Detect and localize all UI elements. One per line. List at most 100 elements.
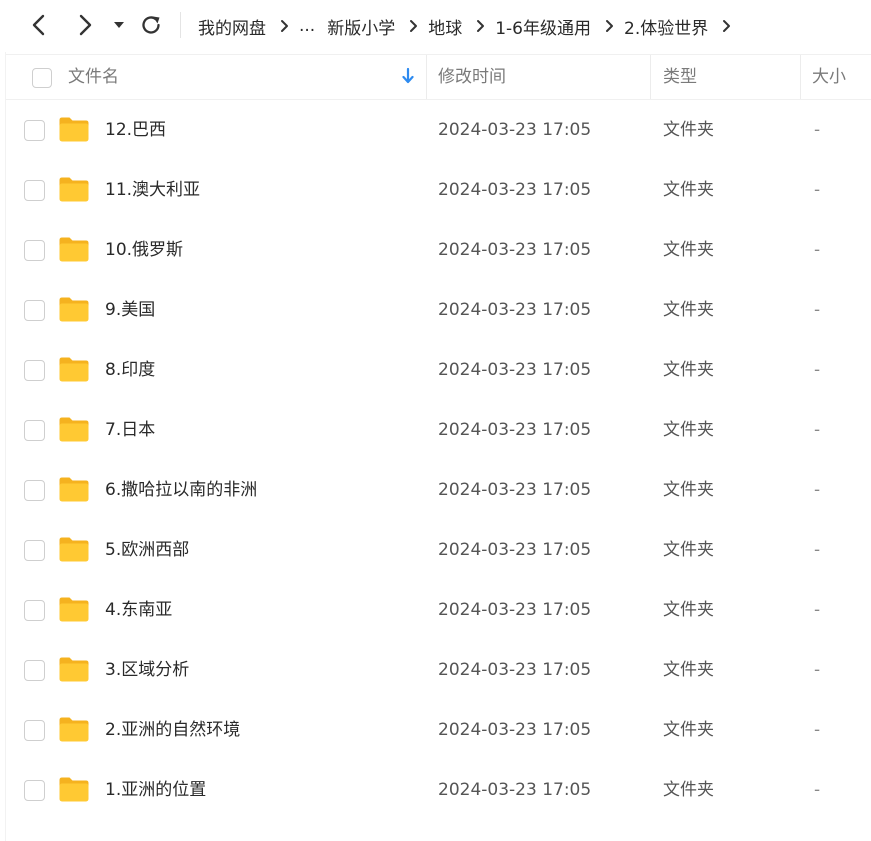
back-button[interactable] [24,10,54,40]
file-type: 文件夹 [663,720,714,740]
file-list: 12.巴西 2024-03-23 17:05 文件夹 - 11.澳大利亚 202… [6,100,871,820]
row-checkbox[interactable] [24,360,45,381]
breadcrumb-item-grades[interactable]: 1-6年级通用 [495,14,591,39]
folder-icon [59,477,89,502]
breadcrumb-item-earth[interactable]: 地球 [428,14,462,39]
file-modified-time: 2024-03-23 17:05 [438,360,592,380]
column-divider[interactable] [650,55,651,99]
file-row[interactable]: 6.撒哈拉以南的非洲 2024-03-23 17:05 文件夹 - [6,460,871,520]
file-type: 文件夹 [663,660,714,680]
row-checkbox[interactable] [24,780,45,801]
file-modified-time: 2024-03-23 17:05 [438,120,592,140]
file-row[interactable]: 4.东南亚 2024-03-23 17:05 文件夹 - [6,580,871,640]
refresh-icon [142,16,160,34]
file-type: 文件夹 [663,120,714,140]
file-size: - [814,540,821,560]
file-row[interactable]: 2.亚洲的自然环境 2024-03-23 17:05 文件夹 - [6,700,871,760]
file-name[interactable]: 4.东南亚 [105,580,172,640]
row-checkbox[interactable] [24,300,45,321]
column-divider[interactable] [426,55,427,99]
file-modified-time: 2024-03-23 17:05 [438,540,592,560]
row-checkbox[interactable] [24,240,45,261]
file-row[interactable]: 10.俄罗斯 2024-03-23 17:05 文件夹 - [6,220,871,280]
chevron-right-icon [722,19,731,33]
file-row[interactable]: 11.澳大利亚 2024-03-23 17:05 文件夹 - [6,160,871,220]
breadcrumb-item-new-primary[interactable]: 新版小学 [327,14,395,39]
column-header-name[interactable]: 文件名 [68,55,119,99]
chevron-right-icon [476,19,485,33]
row-checkbox[interactable] [24,420,45,441]
row-checkbox[interactable] [24,720,45,741]
folder-icon [59,597,89,622]
select-all-checkbox[interactable] [32,68,52,88]
column-header-modified[interactable]: 修改时间 [438,55,506,99]
file-row[interactable]: 7.日本 2024-03-23 17:05 文件夹 - [6,400,871,460]
breadcrumb-item-current[interactable]: 2.体验世界 [624,14,708,39]
file-size: - [814,600,821,620]
file-name[interactable]: 8.印度 [105,340,155,400]
row-checkbox[interactable] [24,480,45,501]
folder-icon [59,777,89,802]
breadcrumb-item-ellipsis[interactable]: ... [299,16,315,36]
file-name[interactable]: 5.欧洲西部 [105,520,189,580]
file-row[interactable]: 5.欧洲西部 2024-03-23 17:05 文件夹 - [6,520,871,580]
back-icon [32,14,45,36]
forward-icon [79,14,92,36]
folder-icon [59,117,89,142]
toolbar: 我的网盘 ... 新版小学 地球 1-6年级通用 2.体验世界 [0,0,871,52]
file-name[interactable]: 12.巴西 [105,100,166,160]
file-type: 文件夹 [663,180,714,200]
file-name[interactable]: 11.澳大利亚 [105,160,200,220]
file-type: 文件夹 [663,540,714,560]
sort-arrow-icon[interactable] [402,67,414,89]
file-size: - [814,660,821,680]
breadcrumb-item-my-drive[interactable]: 我的网盘 [198,14,266,39]
row-checkbox[interactable] [24,600,45,621]
row-checkbox[interactable] [24,120,45,141]
chevron-right-icon [409,19,418,33]
forward-button[interactable] [70,10,100,40]
file-size: - [814,720,821,740]
history-dropdown-button[interactable] [108,10,130,40]
folder-icon [59,357,89,382]
file-name[interactable]: 3.区域分析 [105,640,189,700]
file-name[interactable]: 7.日本 [105,400,155,460]
file-row[interactable]: 8.印度 2024-03-23 17:05 文件夹 - [6,340,871,400]
file-row[interactable]: 3.区域分析 2024-03-23 17:05 文件夹 - [6,640,871,700]
file-modified-time: 2024-03-23 17:05 [438,420,592,440]
file-modified-time: 2024-03-23 17:05 [438,480,592,500]
folder-icon [59,417,89,442]
chevron-right-icon [280,19,289,33]
file-list-header: 文件名 修改时间 类型 大小 [6,54,871,100]
file-type: 文件夹 [663,600,714,620]
column-header-size[interactable]: 大小 [812,55,846,99]
file-type: 文件夹 [663,300,714,320]
file-modified-time: 2024-03-23 17:05 [438,780,592,800]
file-modified-time: 2024-03-23 17:05 [438,240,592,260]
file-size: - [814,420,821,440]
file-row[interactable]: 1.亚洲的位置 2024-03-23 17:05 文件夹 - [6,760,871,820]
file-name[interactable]: 1.亚洲的位置 [105,760,206,820]
file-name[interactable]: 2.亚洲的自然环境 [105,700,240,760]
folder-icon [59,237,89,262]
column-header-type[interactable]: 类型 [663,55,697,99]
refresh-button[interactable] [136,10,166,40]
row-checkbox[interactable] [24,180,45,201]
column-divider[interactable] [800,55,801,99]
file-name[interactable]: 9.美国 [105,280,155,340]
file-row[interactable]: 9.美国 2024-03-23 17:05 文件夹 - [6,280,871,340]
file-row[interactable]: 12.巴西 2024-03-23 17:05 文件夹 - [6,100,871,160]
file-size: - [814,780,821,800]
file-name[interactable]: 6.撒哈拉以南的非洲 [105,460,257,520]
folder-icon [59,537,89,562]
file-size: - [814,360,821,380]
chevron-right-icon [605,19,614,33]
toolbar-divider [180,12,181,38]
folder-icon [59,297,89,322]
file-size: - [814,120,821,140]
file-name[interactable]: 10.俄罗斯 [105,220,183,280]
file-size: - [814,480,821,500]
row-checkbox[interactable] [24,660,45,681]
row-checkbox[interactable] [24,540,45,561]
folder-icon [59,657,89,682]
